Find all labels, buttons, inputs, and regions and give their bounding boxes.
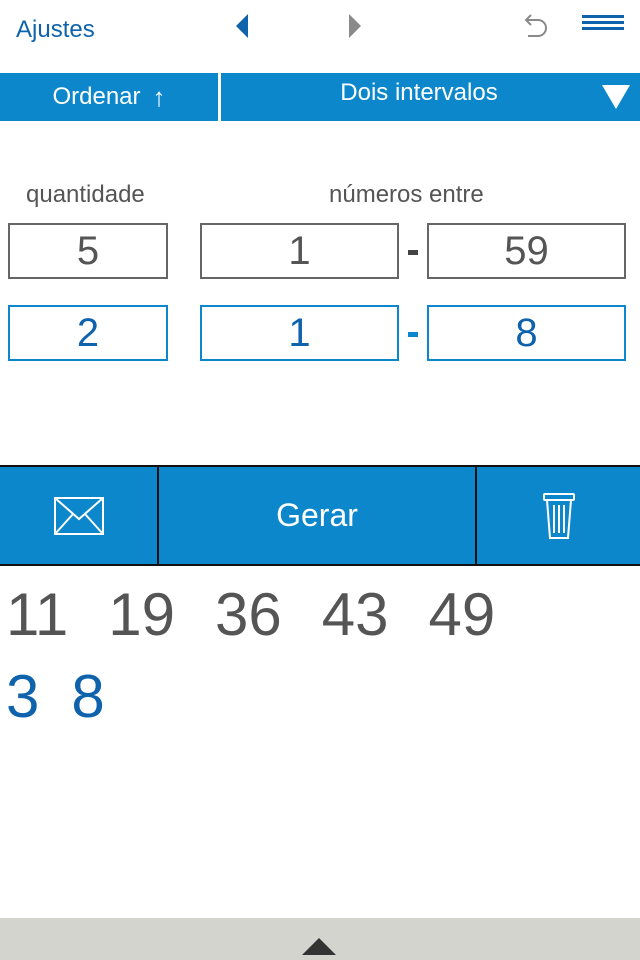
extra-results: 38 — [6, 662, 137, 731]
extra-to-field[interactable]: 8 — [427, 305, 626, 361]
main-quantity-field[interactable]: 5 — [8, 223, 168, 279]
main-results: 11 19 36 43 49 — [6, 580, 535, 649]
extra-quantity-field[interactable]: 2 — [8, 305, 168, 361]
menu-icon-line — [582, 15, 624, 18]
dropdown-triangle-icon — [602, 85, 630, 109]
result-number: 11 — [6, 581, 69, 648]
trash-icon — [542, 492, 575, 539]
share-email-button[interactable] — [0, 467, 157, 564]
arrow-right-icon — [349, 14, 361, 38]
previous-button[interactable] — [234, 12, 254, 40]
extra-from-field[interactable]: 1 — [200, 305, 399, 361]
result-number: 49 — [428, 581, 496, 648]
result-number: 3 — [6, 663, 40, 730]
bottom-expand-bar[interactable] — [0, 918, 640, 960]
action-bar: Gerar — [0, 465, 640, 566]
result-number: 36 — [215, 581, 282, 648]
menu-icon-line — [582, 27, 624, 30]
next-button[interactable] — [344, 12, 364, 40]
settings-link[interactable]: Ajustes — [16, 16, 95, 44]
main-to-field[interactable]: 59 — [427, 223, 626, 279]
top-navigation-bar: Ajustes — [0, 0, 640, 73]
sort-button[interactable]: Ordenar ↑ — [0, 73, 218, 121]
mode-label: Dois intervalos — [340, 79, 498, 106]
undo-button[interactable] — [518, 10, 550, 42]
sort-arrow-up-icon: ↑ — [152, 81, 166, 112]
generate-button[interactable]: Gerar — [159, 467, 475, 564]
result-number: 8 — [71, 663, 105, 730]
menu-icon-line — [582, 21, 624, 24]
quantity-label: quantidade — [26, 181, 145, 208]
mode-dropdown[interactable]: Dois intervalos — [221, 73, 640, 121]
sort-label: Ordenar — [52, 83, 141, 110]
range-label: números entre — [329, 181, 484, 208]
range-dash — [408, 332, 418, 337]
result-number: 43 — [321, 581, 389, 648]
arrow-left-icon — [236, 14, 248, 38]
expand-up-triangle-icon — [302, 938, 336, 955]
menu-button[interactable] — [582, 15, 624, 35]
clear-button[interactable] — [477, 467, 640, 564]
number-generator-screen: Ajustes Ordenar ↑ Dois intervalos quanti… — [0, 0, 640, 960]
result-number: 19 — [108, 581, 176, 648]
undo-icon — [524, 14, 547, 37]
main-from-field[interactable]: 1 — [200, 223, 399, 279]
range-dash — [408, 250, 418, 255]
envelope-icon — [53, 496, 104, 535]
mode-toolbar: Ordenar ↑ Dois intervalos — [0, 73, 640, 121]
